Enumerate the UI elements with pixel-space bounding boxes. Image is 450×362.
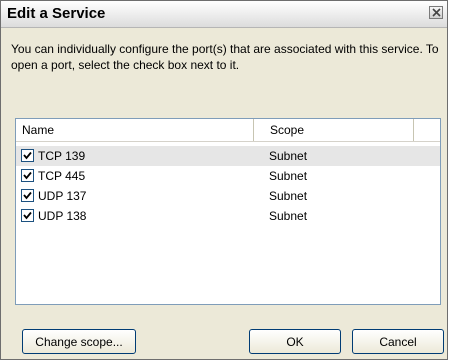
close-icon [432, 8, 441, 17]
port-name: UDP 138 [38, 209, 87, 223]
edit-service-dialog: Edit a Service You can individually conf… [0, 0, 448, 360]
port-checkbox[interactable] [21, 169, 34, 182]
ports-list[interactable]: Name Scope TCP 139 Subnet TCP 445 Subnet… [15, 118, 441, 305]
column-header-name[interactable]: Name [16, 119, 254, 141]
dialog-title: Edit a Service [7, 5, 106, 22]
port-scope: Subnet [269, 189, 308, 203]
list-item[interactable]: TCP 445 Subnet [16, 166, 440, 186]
port-name: TCP 445 [38, 169, 86, 183]
list-item[interactable]: UDP 137 Subnet [16, 186, 440, 206]
list-item[interactable]: TCP 139 Subnet [16, 146, 440, 166]
port-checkbox[interactable] [21, 149, 34, 162]
port-checkbox[interactable] [21, 189, 34, 202]
port-checkbox[interactable] [21, 209, 34, 222]
port-name: UDP 137 [38, 189, 87, 203]
close-button[interactable] [429, 6, 443, 19]
title-bar[interactable]: Edit a Service [1, 1, 447, 28]
column-header-filler [414, 119, 440, 141]
port-name: TCP 139 [38, 149, 86, 163]
change-scope-button[interactable]: Change scope... [22, 329, 136, 354]
ok-button[interactable]: OK [249, 329, 341, 354]
checkmark-icon [23, 151, 32, 160]
port-scope: Subnet [269, 149, 308, 163]
port-scope: Subnet [269, 169, 308, 183]
checkmark-icon [23, 191, 32, 200]
column-header-scope[interactable]: Scope [254, 119, 414, 141]
list-item[interactable]: UDP 138 Subnet [16, 206, 440, 226]
list-header: Name Scope [16, 119, 440, 142]
cancel-button[interactable]: Cancel [352, 329, 444, 354]
dialog-description: You can individually configure the port(… [11, 42, 439, 72]
checkmark-icon [23, 171, 32, 180]
port-scope: Subnet [269, 209, 308, 223]
checkmark-icon [23, 211, 32, 220]
